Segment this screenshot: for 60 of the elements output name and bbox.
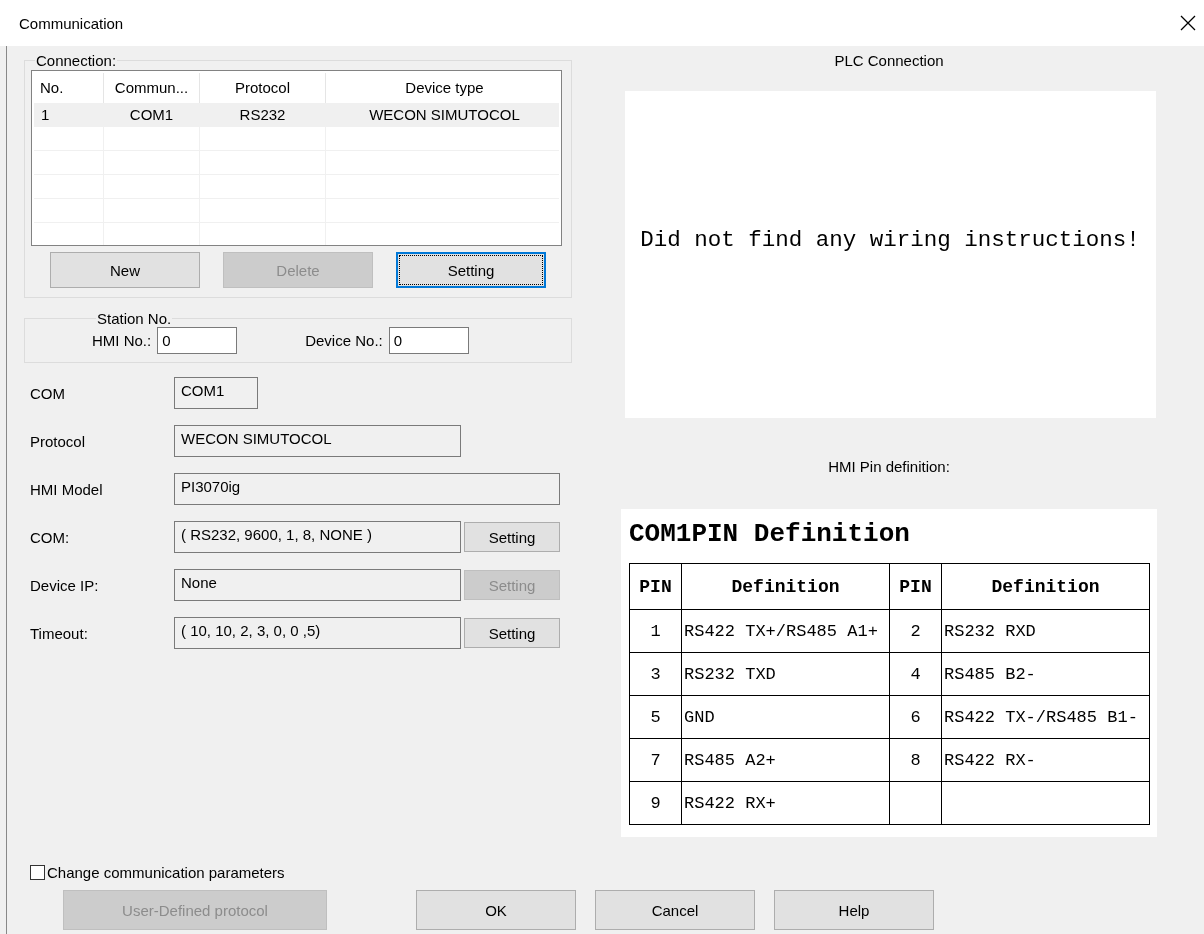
checkbox-label[interactable]: Change communication parameters (47, 864, 285, 881)
read-only-field: ( 10, 10, 2, 3, 0, 0 ,5) (174, 617, 461, 649)
read-only-field: ( RS232, 9600, 1, 8, NONE ) (174, 521, 461, 553)
table-cell: RS485 A2+ (684, 750, 776, 770)
table-cell: RS422 RX- (944, 750, 1036, 770)
button[interactable]: Help (774, 890, 934, 930)
table-cell: 1 (650, 621, 661, 641)
table-cell: RS232 RXD (944, 621, 1036, 641)
table-cell: RS232 TXD (684, 664, 776, 684)
group-label: Connection: (35, 52, 118, 69)
column-header: Definition (941, 563, 1150, 610)
table-cell: COM1 (104, 103, 200, 126)
field-label: HMI Model (29, 480, 104, 498)
input-field[interactable]: 0 (388, 327, 469, 354)
column-header: PIN (629, 563, 682, 610)
section-title: PLC Connection (834, 52, 944, 69)
column-header: PIN (889, 563, 942, 610)
button[interactable]: Setting (464, 522, 560, 552)
checkbox[interactable] (30, 865, 45, 880)
read-only-field: None (174, 569, 461, 601)
field-label: Protocol (29, 432, 87, 450)
button[interactable]: Setting (396, 252, 546, 288)
table-cell: RS422 RX+ (684, 793, 776, 813)
column-header: Definition (681, 563, 890, 610)
table-cell: 4 (910, 664, 921, 684)
field-label: Timeout: (29, 624, 89, 642)
table-cell: RS422 TX+/RS485 A1+ (684, 621, 878, 641)
window-title: Communication (19, 14, 124, 32)
field-label: COM: (29, 528, 71, 546)
input-field[interactable]: 0 (157, 327, 238, 354)
field-label: COM (29, 384, 66, 402)
table-cell: 7 (650, 750, 661, 770)
read-only-field: PI3070ig (174, 473, 560, 505)
close-icon[interactable] (1180, 15, 1196, 31)
group-label: Station No. (96, 310, 173, 327)
read-only-field: COM1 (174, 377, 258, 409)
table-cell: 1 (34, 103, 104, 126)
table-cell: RS232 (200, 103, 326, 126)
table-cell: 2 (910, 621, 921, 641)
button[interactable]: Cancel (595, 890, 755, 930)
table-cell: GND (684, 707, 715, 727)
table-cell: 3 (650, 664, 661, 684)
field-label: Device IP: (29, 576, 100, 594)
section-title: HMI Pin definition: (828, 458, 950, 475)
table-cell: 9 (650, 793, 661, 813)
table-cell: 6 (910, 707, 921, 727)
button[interactable]: New (50, 252, 200, 288)
table-cell: 8 (910, 750, 921, 770)
field-label: HMI No.: (92, 332, 152, 349)
message-text: Did not find any wiring instructions! (640, 226, 1140, 253)
table-cell: RS485 B2- (944, 664, 1036, 684)
read-only-field: WECON SIMUTOCOL (174, 425, 461, 457)
field-label: Device No.: (305, 332, 383, 349)
table-row[interactable]: 1 COM1 RS232 WECON SIMUTOCOL (34, 103, 559, 127)
table-cell: 5 (650, 707, 661, 727)
button[interactable]: OK (416, 890, 576, 930)
panel-title: COM1PIN Definition (629, 519, 911, 549)
table-cell: WECON SIMUTOCOL (326, 103, 561, 126)
button[interactable]: Setting (464, 618, 560, 648)
table-cell: RS422 TX-/RS485 B1- (944, 707, 1138, 727)
